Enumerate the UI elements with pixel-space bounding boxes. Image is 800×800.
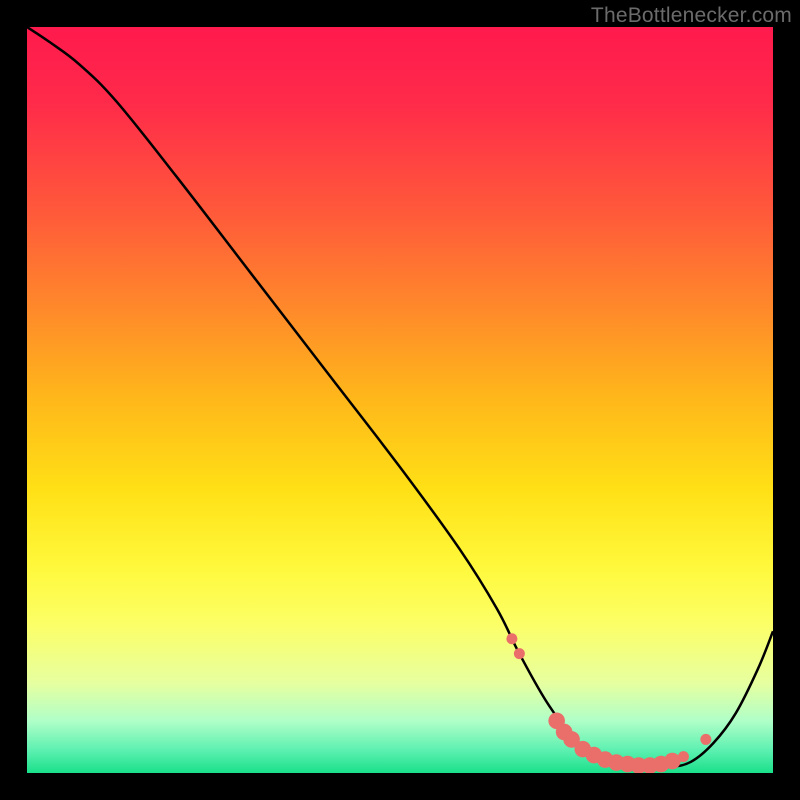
highlight-dot — [664, 753, 681, 770]
highlight-dot — [506, 633, 517, 644]
highlight-dot — [514, 648, 525, 659]
curve-line — [27, 27, 773, 768]
highlight-dot — [678, 751, 689, 762]
highlight-dot — [700, 734, 711, 745]
plot-area — [27, 27, 773, 773]
bottleneck-curve — [27, 27, 773, 773]
highlight-dots — [506, 633, 711, 773]
watermark-text: TheBottlenecker.com — [591, 4, 792, 28]
chart-frame: TheBottlenecker.com — [0, 0, 800, 800]
